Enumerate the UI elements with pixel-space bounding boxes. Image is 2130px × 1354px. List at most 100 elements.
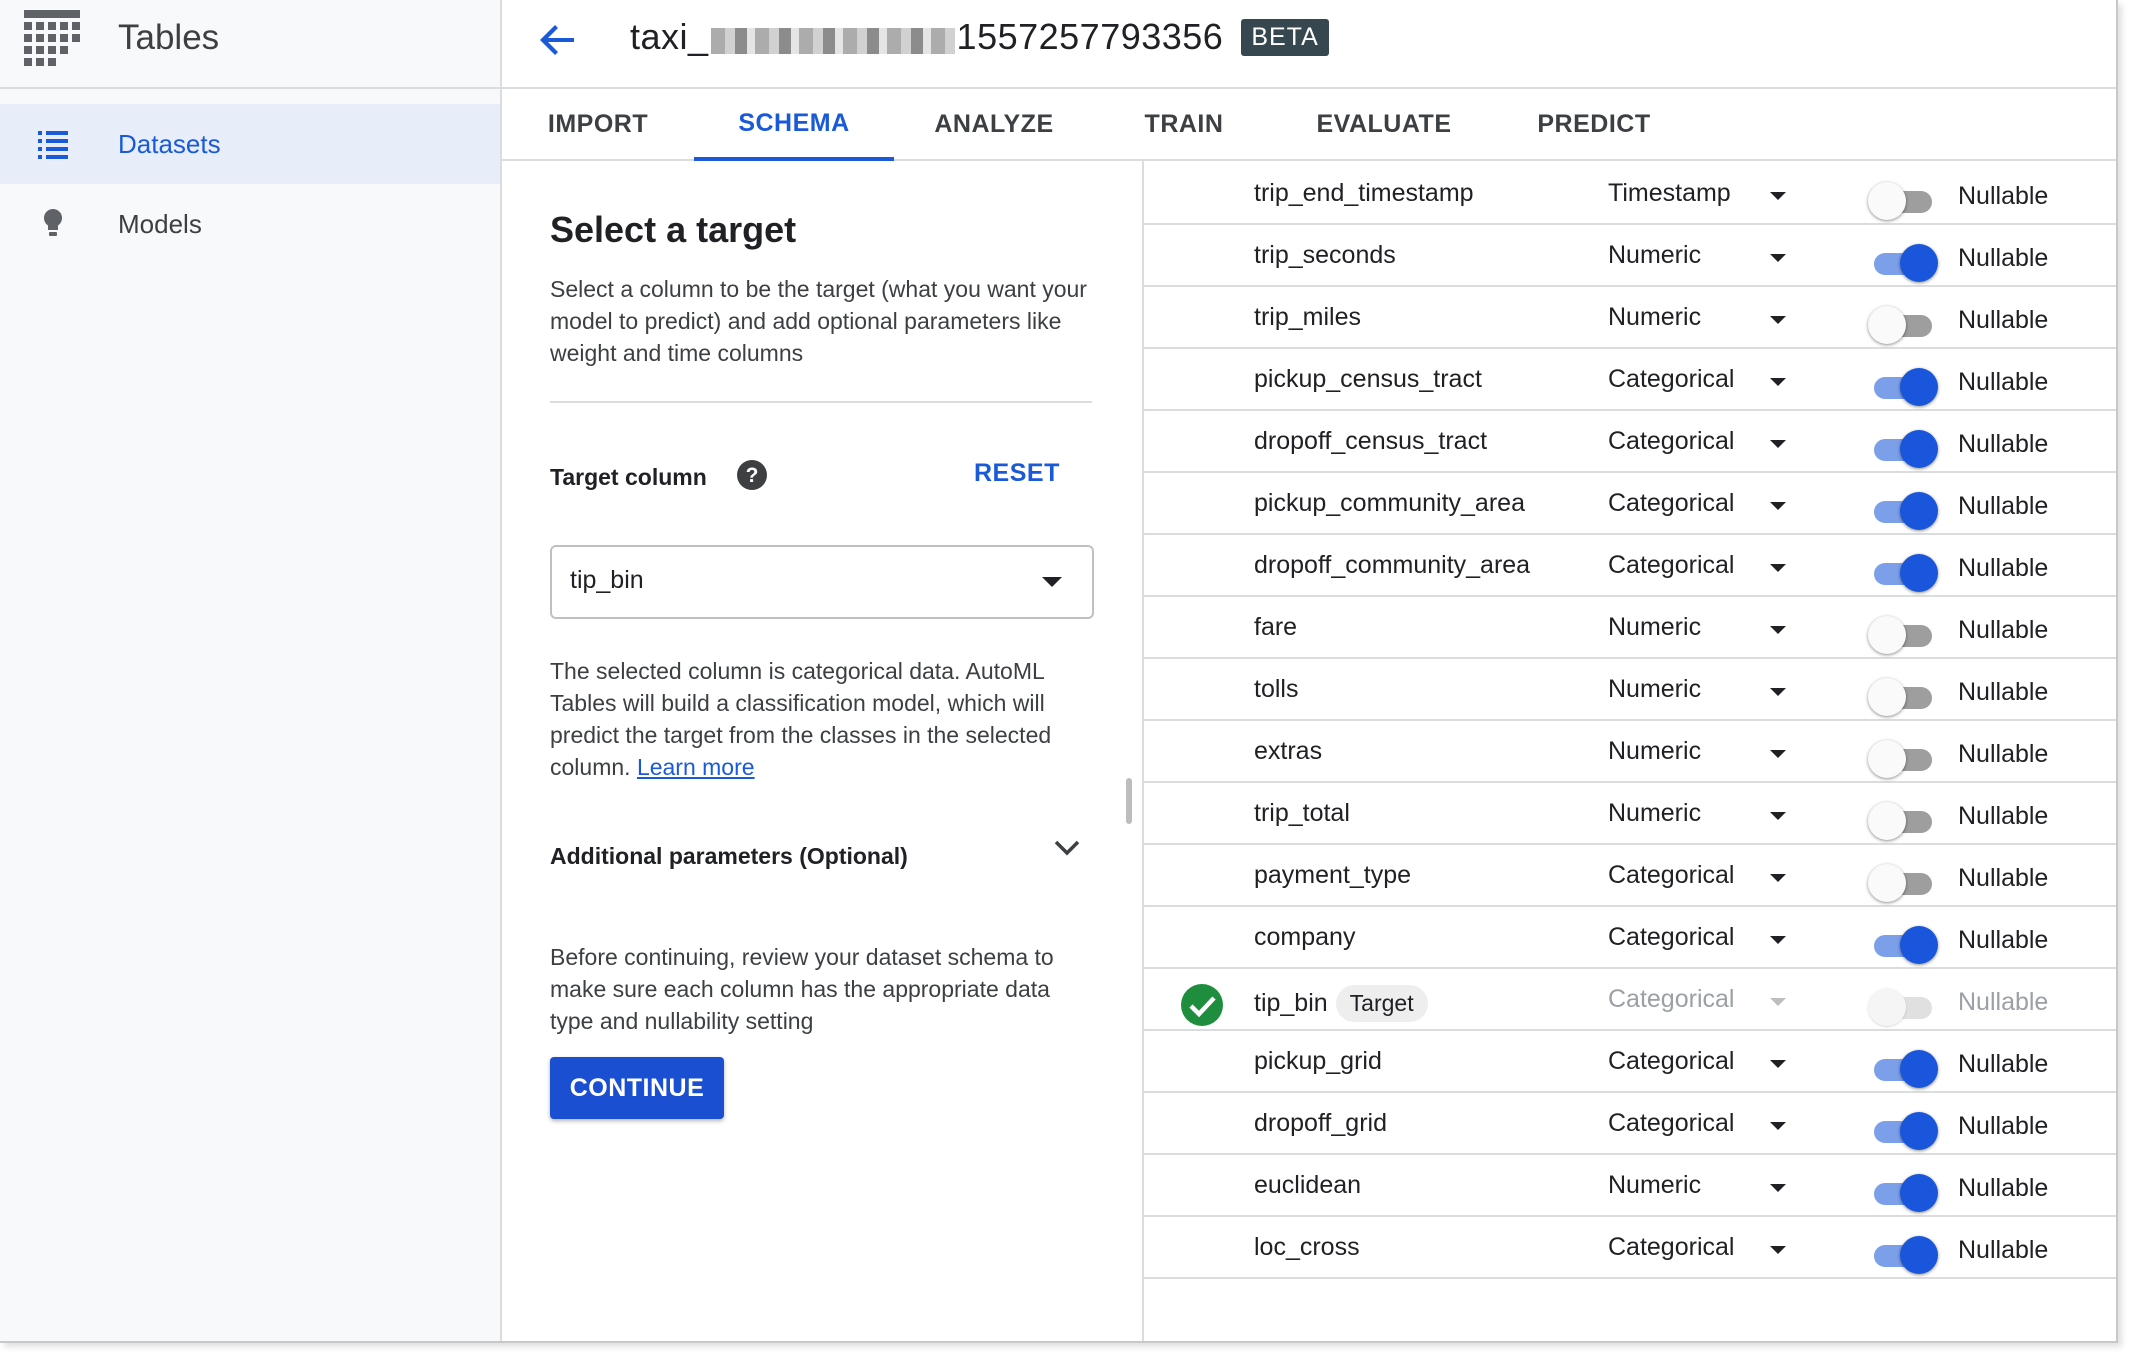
help-icon[interactable]: ? [736, 459, 768, 491]
column-type-select[interactable]: Categorical [1608, 427, 1734, 456]
nullable-label: Nullable [1958, 554, 2049, 582]
nullable-toggle[interactable] [1868, 304, 1938, 344]
nullable-toggle[interactable] [1868, 1234, 1938, 1274]
target-column-label: Target column [550, 464, 707, 490]
column-type-select[interactable]: Timestamp [1608, 179, 1731, 208]
schema-row: trip_end_timestamp Timestamp Nullable [1144, 161, 2116, 225]
nullable-label: Nullable [1958, 182, 2049, 210]
column-name-text: pickup_grid [1254, 1047, 1382, 1075]
dropdown-arrow-icon[interactable] [1770, 440, 1786, 448]
target-column-select[interactable]: tip_bin [550, 545, 1094, 619]
column-name-text: tip_bin [1254, 989, 1328, 1017]
dropdown-arrow-icon[interactable] [1770, 750, 1786, 758]
column-name-text: fare [1254, 613, 1298, 641]
dropdown-arrow-icon[interactable] [1770, 688, 1786, 696]
tab-schema[interactable]: SCHEMA [694, 89, 894, 161]
target-badge: Target [1335, 985, 1428, 1022]
column-type-select[interactable]: Categorical [1608, 365, 1734, 394]
dropdown-arrow-icon[interactable] [1770, 874, 1786, 882]
column-name-text: euclidean [1254, 1171, 1362, 1199]
dropdown-arrow-icon[interactable] [1770, 1060, 1786, 1068]
divider [550, 401, 1092, 403]
dropdown-arrow-icon[interactable] [1770, 626, 1786, 634]
tab-train[interactable]: TRAIN [1094, 89, 1274, 159]
column-type-select[interactable]: Numeric [1608, 737, 1701, 766]
column-type-select[interactable]: Numeric [1608, 1171, 1701, 1200]
column-type-select[interactable]: Categorical [1608, 861, 1734, 890]
nullable-toggle[interactable] [1868, 1172, 1938, 1212]
nullable-toggle[interactable] [1868, 1110, 1938, 1150]
nullable-toggle[interactable] [1868, 366, 1938, 406]
nullable-label: Nullable [1958, 1050, 2049, 1078]
column-type-select[interactable]: Numeric [1608, 241, 1701, 270]
nullable-toggle[interactable] [1868, 552, 1938, 592]
column-type-select: Categorical [1608, 985, 1735, 1013]
dropdown-arrow-icon[interactable] [1770, 1122, 1786, 1130]
nullable-toggle[interactable] [1868, 800, 1938, 840]
dropdown-arrow-icon[interactable] [1770, 1246, 1786, 1254]
dropdown-arrow-icon[interactable] [1770, 936, 1786, 944]
dropdown-arrow-icon[interactable] [1770, 1184, 1786, 1192]
dropdown-arrow-icon[interactable] [1770, 502, 1786, 510]
column-type-select[interactable]: Categorical [1608, 1109, 1734, 1138]
nullable-toggle[interactable] [1868, 180, 1938, 220]
tab-evaluate[interactable]: EVALUATE [1274, 89, 1494, 159]
tab-predict[interactable]: PREDICT [1494, 89, 1694, 159]
column-type-select[interactable]: Numeric [1608, 799, 1701, 828]
tab-bar: IMPORT SCHEMA ANALYZE TRAIN EVALUATE PRE… [502, 89, 2116, 161]
dropdown-arrow-icon[interactable] [1770, 316, 1786, 324]
schema-row: extras Numeric Nullable [1144, 719, 2116, 783]
nullable-toggle[interactable] [1868, 490, 1938, 530]
column-type-select[interactable]: Categorical [1608, 1233, 1734, 1262]
column-name-text: trip_seconds [1254, 241, 1396, 269]
dropdown-arrow-icon[interactable] [1770, 254, 1786, 262]
column-name-text: trip_total [1254, 799, 1350, 827]
nullable-toggle[interactable] [1868, 614, 1938, 654]
column-type-select[interactable]: Categorical [1608, 923, 1734, 952]
schema-row: pickup_census_tract Categorical Nullable [1144, 347, 2116, 411]
nullable-toggle[interactable] [1868, 242, 1938, 282]
nullable-toggle[interactable] [1868, 738, 1938, 778]
column-name-text: loc_cross [1254, 1233, 1360, 1261]
nullable-label: Nullable [1958, 1112, 2049, 1140]
dropdown-arrow-icon[interactable] [1770, 564, 1786, 572]
learn-more-link[interactable]: Learn more [637, 754, 755, 780]
back-arrow-icon[interactable] [538, 20, 578, 60]
column-type-select[interactable]: Numeric [1608, 303, 1701, 332]
column-name: fare [1254, 613, 1297, 642]
column-name-text: dropoff_grid [1254, 1109, 1387, 1137]
sidebar-item-models[interactable]: Models [0, 184, 500, 264]
nullable-label: Nullable [1958, 740, 2049, 768]
nullable-label: Nullable [1958, 430, 2049, 458]
column-type-select[interactable]: Numeric [1608, 613, 1701, 642]
redacted-blur [710, 28, 955, 54]
expand-chevron-icon[interactable] [1052, 833, 1082, 863]
dropdown-arrow-icon[interactable] [1770, 812, 1786, 820]
column-name-text: trip_end_timestamp [1254, 179, 1474, 207]
review-text: Before continuing, review your dataset s… [550, 944, 1054, 1034]
column-type-select[interactable]: Categorical [1608, 1047, 1734, 1076]
nullable-toggle[interactable] [1868, 428, 1938, 468]
sidebar-item-datasets[interactable]: Datasets [0, 104, 500, 184]
reset-button[interactable]: RESET [974, 459, 1060, 488]
nullable-toggle[interactable] [1868, 924, 1938, 964]
nullable-toggle[interactable] [1868, 1048, 1938, 1088]
tab-analyze[interactable]: ANALYZE [894, 89, 1094, 159]
column-type-select[interactable]: Numeric [1608, 675, 1701, 704]
column-name: trip_miles [1254, 303, 1361, 332]
nullable-toggle[interactable] [1868, 676, 1938, 716]
nullable-toggle[interactable] [1868, 862, 1938, 902]
dropdown-arrow-icon[interactable] [1770, 192, 1786, 200]
tab-import[interactable]: IMPORT [502, 89, 694, 159]
panel-scrollbar[interactable] [1126, 778, 1132, 824]
toggle-knob [1900, 554, 1938, 592]
toggle-knob [1900, 492, 1938, 530]
column-type-select[interactable]: Categorical [1608, 551, 1734, 580]
dropdown-arrow-icon[interactable] [1770, 378, 1786, 386]
nullable-label: Nullable [1958, 1236, 2049, 1264]
beta-badge: BETA [1241, 18, 1329, 56]
schema-row: dropoff_community_area Categorical Nullabl… [1144, 533, 2116, 597]
toggle-knob [1900, 430, 1938, 468]
column-type-select[interactable]: Categorical [1608, 489, 1734, 518]
continue-button[interactable]: CONTINUE [550, 1057, 724, 1119]
